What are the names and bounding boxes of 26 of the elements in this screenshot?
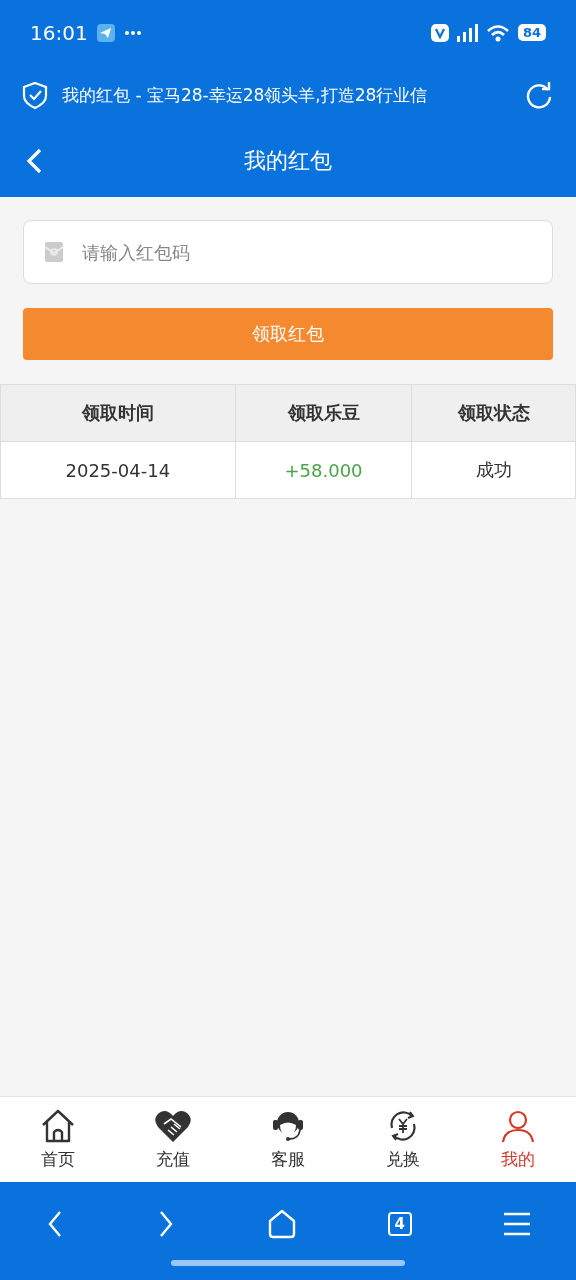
table-cell: 2025-04-14 <box>0 441 236 499</box>
page-title: 我的红包 - 宝马28-幸运28领头羊,打造28行业信 <box>62 83 429 107</box>
menu-icon[interactable] <box>502 1211 531 1237</box>
wifi-icon <box>485 23 510 42</box>
column-header: 领取状态 <box>411 384 576 442</box>
code-input-field[interactable]: 请输入红包码 <box>23 220 553 284</box>
tab-item[interactable]: 我的 <box>460 1097 576 1182</box>
tab-item[interactable]: 充值 <box>115 1097 231 1182</box>
vpn-icon <box>430 23 449 42</box>
shield-check-icon <box>22 80 48 110</box>
battery-level: 84 <box>517 24 546 41</box>
table-cell: 成功 <box>411 441 576 499</box>
status-time: 16:01 <box>30 20 88 45</box>
column-header: 领取时间 <box>0 384 236 442</box>
tab-item[interactable]: 兑换 <box>345 1097 461 1182</box>
header-title: 我的红包 <box>243 147 333 175</box>
reload-icon <box>524 80 554 110</box>
home-icon[interactable] <box>267 1209 297 1239</box>
paper-plane-icon <box>95 22 116 43</box>
column-header: 领取乐豆 <box>235 384 412 442</box>
tab-item[interactable]: 首页 <box>0 1097 116 1182</box>
handshake-heart-icon <box>153 1108 192 1144</box>
signal-icon <box>456 23 478 42</box>
tab-count-button[interactable]: 4 <box>387 1212 412 1236</box>
table-cell: +58.000 <box>235 441 412 499</box>
tab-item[interactable]: 客服 <box>230 1097 346 1182</box>
